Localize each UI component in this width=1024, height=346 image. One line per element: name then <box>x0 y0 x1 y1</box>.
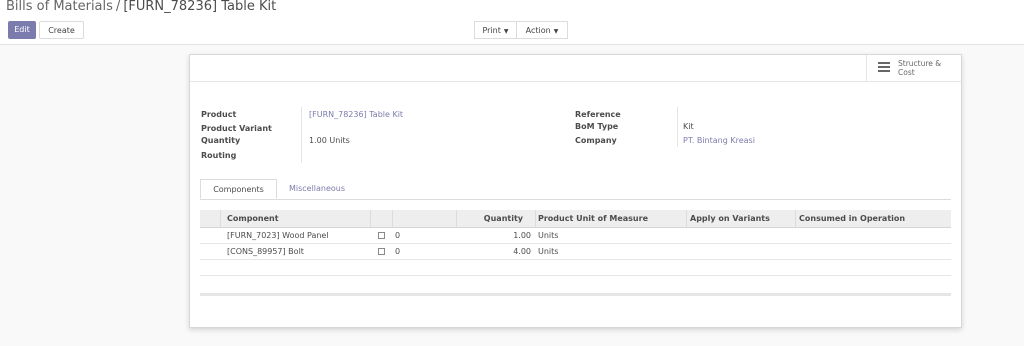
action-label: Action <box>525 26 551 35</box>
column-header-component[interactable]: Component <box>227 210 279 227</box>
component-quantity: 1.00 <box>513 231 531 240</box>
right-column-divider <box>677 107 678 147</box>
form-sheet: Structure & Cost Product [FURN_78236] Ta… <box>189 54 962 328</box>
print-dropdown-button[interactable]: Print ▼ <box>474 21 517 39</box>
breadcrumb-current: [FURN_78236] Table Kit <box>123 0 277 14</box>
notebook-tabs: Components Miscellaneous <box>200 179 951 200</box>
structure-cost-label: Structure & Cost <box>898 59 942 77</box>
table-row[interactable]: [CONS_89957] Bolt 0 4.00 Units <box>200 244 951 260</box>
tab-miscellaneous[interactable]: Miscellaneous <box>277 179 357 199</box>
caret-down-icon: ▼ <box>503 28 509 35</box>
column-header-uom[interactable]: Product Unit of Measure <box>538 210 648 227</box>
cube-icon[interactable] <box>378 244 385 259</box>
print-label: Print <box>482 26 501 35</box>
product-value-link[interactable]: [FURN_78236] Table Kit <box>309 110 403 119</box>
component-count: 0 <box>395 247 401 256</box>
table-header: Component Quantity Product Unit of Measu… <box>200 210 951 228</box>
components-table: Component Quantity Product Unit of Measu… <box>200 210 951 296</box>
component-name: [FURN_7023] Wood Panel <box>227 231 329 240</box>
component-count: 0 <box>395 231 401 240</box>
create-button[interactable]: Create <box>39 21 84 39</box>
breadcrumb: Bills of Materials / [FURN_78236] Table Ki… <box>6 0 276 14</box>
component-name: [CONS_89957] Bolt <box>227 247 304 256</box>
company-value-link[interactable]: PT. Bintang Kreasi <box>683 136 755 145</box>
bom-type-value: Kit <box>683 122 694 131</box>
list-icon <box>878 62 890 72</box>
bom-type-label: BoM Type <box>575 122 619 131</box>
table-row[interactable]: [FURN_7023] Wood Panel 0 1.00 Units <box>200 228 951 244</box>
product-label: Product <box>201 110 237 119</box>
table-footer <box>200 293 951 296</box>
column-header-apply-on-variants[interactable]: Apply on Variants <box>690 210 770 227</box>
caret-down-icon: ▼ <box>553 28 559 35</box>
routing-label: Routing <box>201 151 237 160</box>
button-box: Structure & Cost <box>190 55 961 82</box>
edit-button[interactable]: Edit <box>8 21 36 39</box>
component-uom: Units <box>538 231 559 240</box>
breadcrumb-parent-link[interactable]: Bills of Materials <box>6 0 113 14</box>
reference-label: Reference <box>575 110 621 119</box>
quantity-value: 1.00 Units <box>309 136 350 145</box>
component-quantity: 4.00 <box>513 247 531 256</box>
control-panel: Bills of Materials / [FURN_78236] Table Ki… <box>0 0 1024 45</box>
column-header-quantity[interactable]: Quantity <box>456 210 523 227</box>
component-uom: Units <box>538 247 559 256</box>
column-header-consumed-in-operation[interactable]: Consumed in Operation <box>799 210 905 227</box>
company-label: Company <box>575 136 617 145</box>
tab-components[interactable]: Components <box>200 179 277 199</box>
cube-icon[interactable] <box>378 228 385 243</box>
table-row-empty <box>200 260 951 276</box>
breadcrumb-separator: / <box>115 0 121 14</box>
left-column-divider <box>301 107 302 163</box>
structure-cost-button[interactable]: Structure & Cost <box>866 55 961 81</box>
action-dropdown-button[interactable]: Action ▼ <box>516 21 568 39</box>
quantity-label: Quantity <box>201 136 241 145</box>
product-variant-label: Product Variant <box>201 124 272 133</box>
